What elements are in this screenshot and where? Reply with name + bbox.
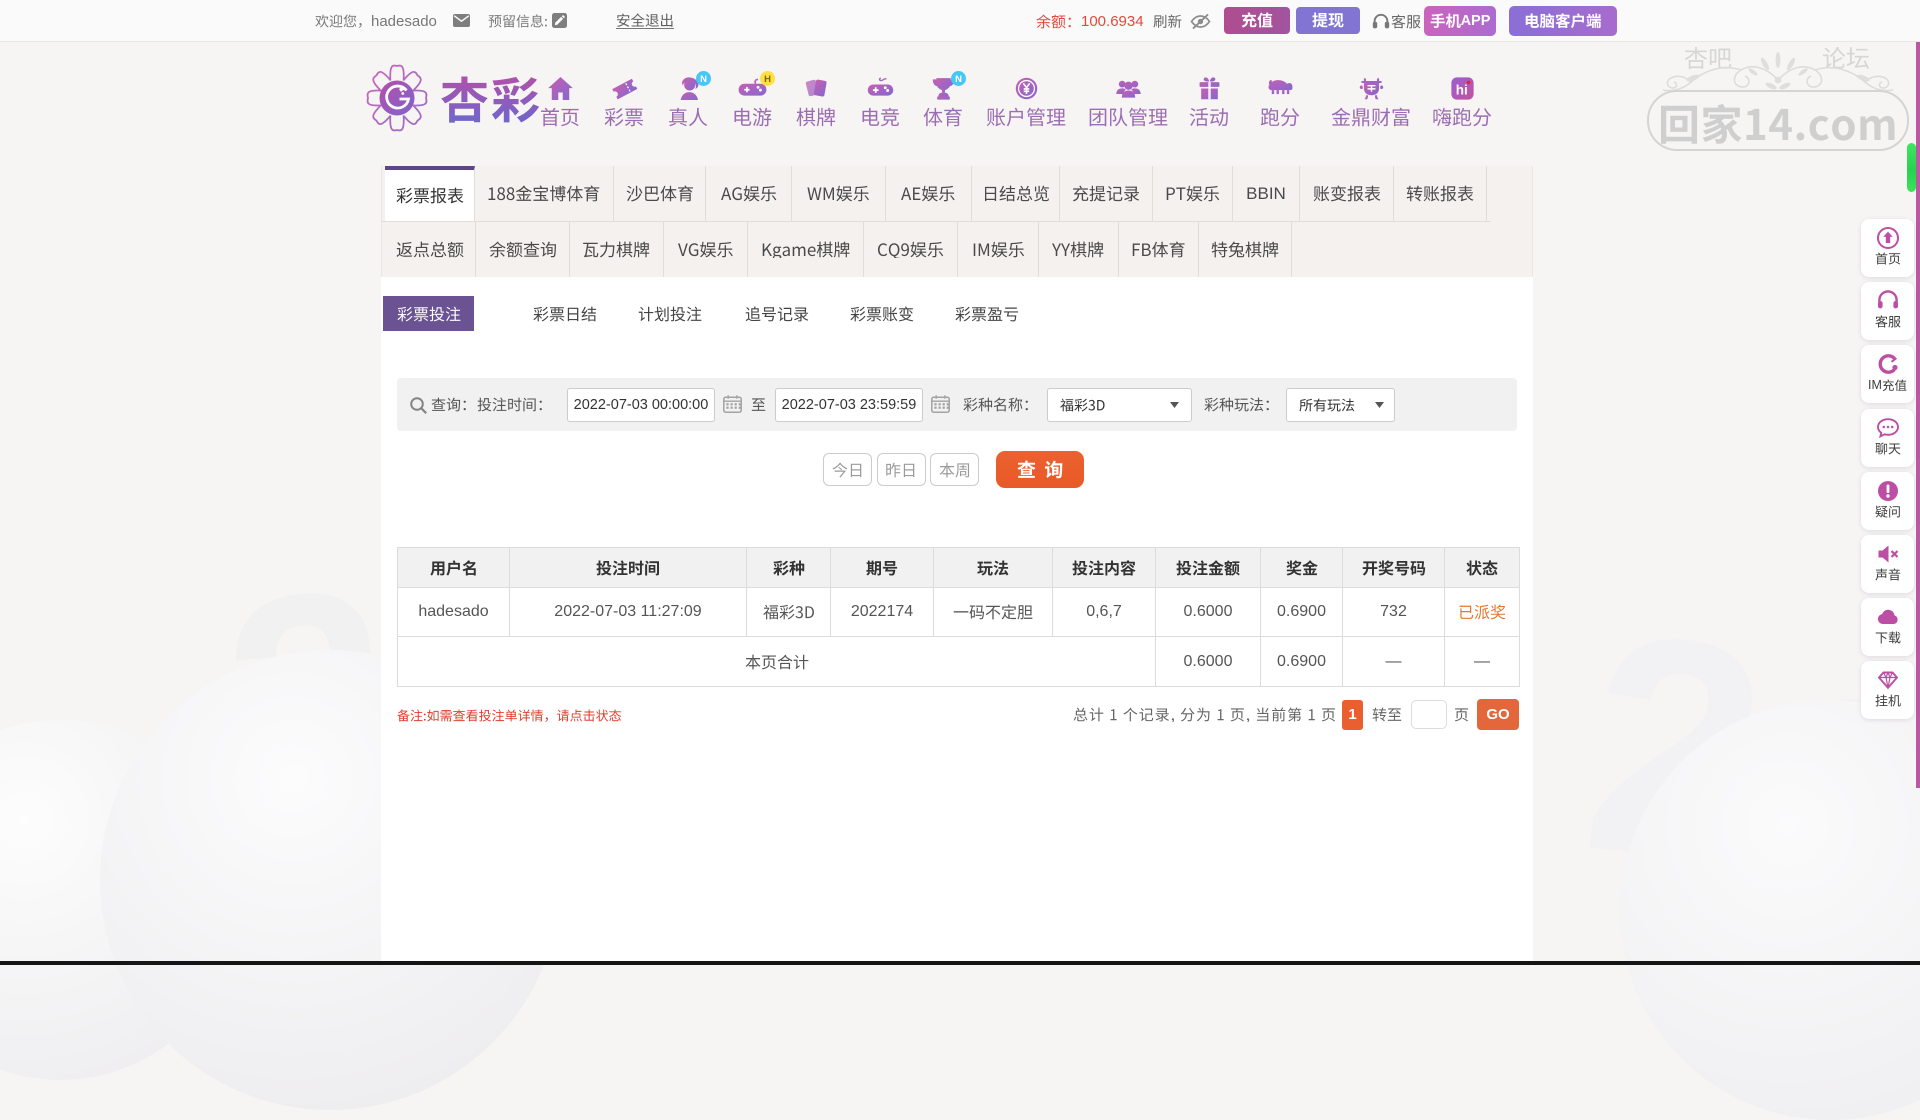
svg-text:N: N <box>955 74 962 85</box>
svg-text:N: N <box>700 74 707 85</box>
svg-text:H: H <box>764 74 771 85</box>
svg-text:hi: hi <box>1455 82 1467 97</box>
